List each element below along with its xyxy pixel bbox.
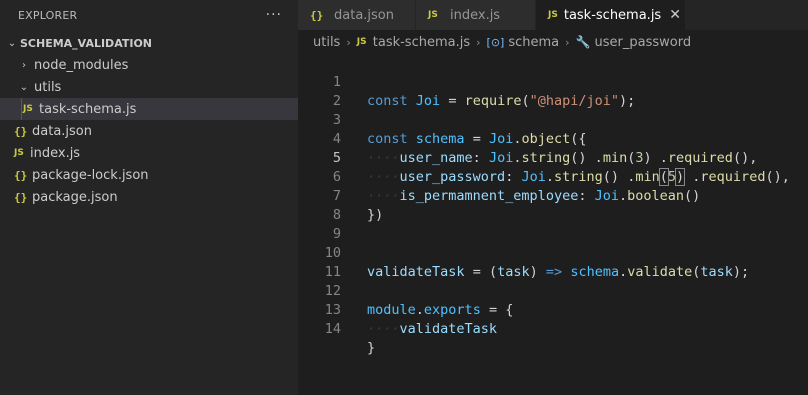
breadcrumb-file[interactable]: task-schema.js xyxy=(373,35,470,50)
tree-item-task-schema[interactable]: JS task-schema.js xyxy=(0,98,298,120)
tab-data-json[interactable]: {} data.json xyxy=(298,0,416,30)
code-line: 8 xyxy=(298,187,808,223)
code-line: 11 xyxy=(298,244,808,280)
code-line: 3 const schema = Joi.object({ xyxy=(298,92,808,147)
tree-indent-guide xyxy=(21,98,22,120)
tree-item-package-json[interactable]: {} package.json xyxy=(0,186,298,208)
tree-item-utils[interactable]: ⌄ utils xyxy=(0,76,298,98)
tree-item-label: task-schema.js xyxy=(39,101,137,117)
line-number: 14 xyxy=(324,321,341,337)
js-file-icon: JS xyxy=(428,10,438,20)
explorer-header: EXPLORER ··· xyxy=(0,0,298,30)
tree-item-data-json[interactable]: {} data.json xyxy=(0,120,298,142)
tab-task-schema[interactable]: JS task-schema.js ✕ xyxy=(536,0,686,30)
editor-tab-bar: {} data.json JS index.js JS task-schema.… xyxy=(298,0,808,30)
tree-item-package-lock[interactable]: {} package-lock.json xyxy=(0,164,298,186)
chevron-right-icon: › xyxy=(22,59,26,71)
code-line: 12 module.exports = { xyxy=(298,263,808,318)
tree-item-label: package.json xyxy=(32,189,118,205)
breadcrumb-symbol[interactable]: schema xyxy=(508,35,559,50)
js-file-icon: JS xyxy=(356,37,367,47)
explorer-sidebar: EXPLORER ··· ⌄ SCHEMA_VALIDATION › node_… xyxy=(0,0,298,395)
breadcrumb: utils › JS task-schema.js › [⊙] schema ›… xyxy=(298,30,808,54)
tree-item-label: node_modules xyxy=(34,57,129,73)
json-file-icon: {} xyxy=(14,190,28,204)
tree-item-node-modules[interactable]: › node_modules xyxy=(0,54,298,76)
code-line-current: 5 ····user_password: Joi.string() .min(5… xyxy=(298,130,808,186)
json-file-icon: {} xyxy=(14,168,28,182)
breadcrumb-folder[interactable]: utils xyxy=(313,35,340,50)
close-icon[interactable]: ✕ xyxy=(669,7,681,23)
tree-item-label: package-lock.json xyxy=(32,167,149,183)
js-file-icon: JS xyxy=(23,104,33,114)
code-line: 14 } xyxy=(298,301,808,356)
json-file-icon: {} xyxy=(14,124,28,138)
tab-label: task-schema.js xyxy=(563,7,662,23)
chevron-right-icon: › xyxy=(565,35,570,49)
tree-item-label: utils xyxy=(34,79,62,95)
symbol-property-icon: 🔧 xyxy=(575,35,591,49)
chevron-down-icon: ⌄ xyxy=(7,37,17,49)
chevron-down-icon: ⌄ xyxy=(19,81,29,93)
breadcrumb-property[interactable]: user_password xyxy=(595,35,692,50)
js-file-icon: JS xyxy=(548,10,558,20)
code-line: 4 ····user_name: Joi.string() .min(3) .r… xyxy=(298,111,808,166)
explorer-title: EXPLORER xyxy=(18,8,78,22)
workspace-section-header[interactable]: ⌄ SCHEMA_VALIDATION xyxy=(0,32,298,54)
tab-label: index.js xyxy=(450,7,501,23)
tree-item-label: data.json xyxy=(32,123,92,139)
chevron-right-icon: › xyxy=(346,35,351,49)
symbol-variable-icon: [⊙] xyxy=(486,35,505,49)
workspace-name: SCHEMA_VALIDATION xyxy=(20,36,152,50)
tab-label: data.json xyxy=(334,7,394,23)
json-file-icon: {} xyxy=(310,8,324,22)
tree-item-index-js[interactable]: JS index.js xyxy=(0,142,298,164)
code-line: 13 ····validateTask xyxy=(298,282,808,337)
code-line: 2 xyxy=(298,73,808,109)
chevron-right-icon: › xyxy=(476,35,481,49)
code-editor[interactable]: 1 const Joi = require("@hapi/joi"); 2 3 … xyxy=(298,54,808,395)
tree-item-label: index.js xyxy=(30,145,81,161)
code-line: 1 const Joi = require("@hapi/joi"); xyxy=(298,54,808,109)
code-line: 10 validateTask = (task) => schema.valid… xyxy=(298,225,808,280)
tab-index-js[interactable]: JS index.js xyxy=(416,0,536,30)
ellipsis-icon[interactable]: ··· xyxy=(266,7,282,23)
code-line: 7 }) xyxy=(298,168,808,223)
code-line: 9 xyxy=(298,206,808,242)
js-file-icon: JS xyxy=(14,148,24,158)
code-line: 6 ····is_permamnent_employee: Joi.boolea… xyxy=(298,149,808,204)
